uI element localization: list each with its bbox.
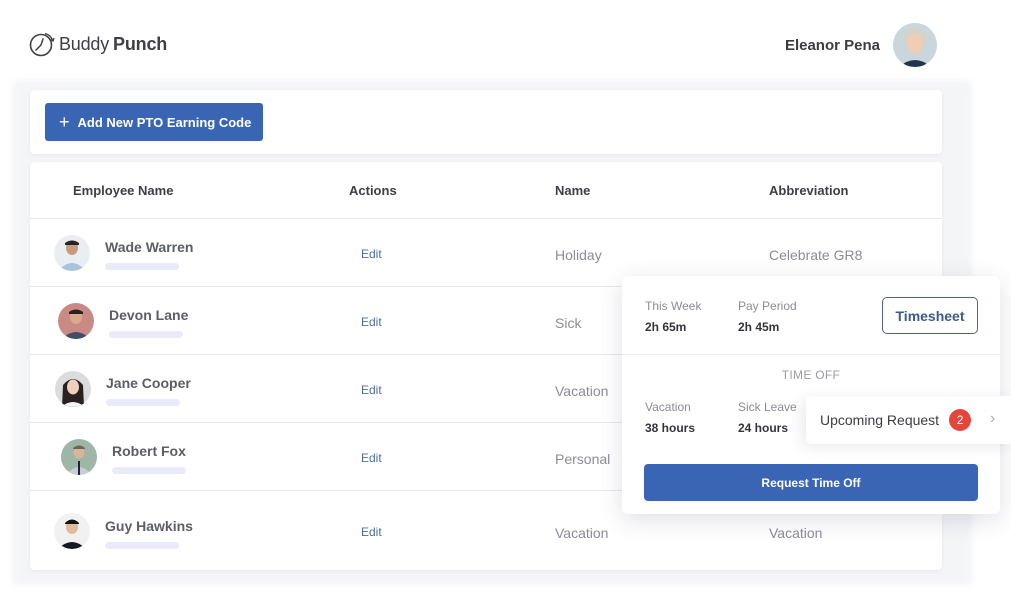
this-week-label: This Week: [645, 299, 702, 313]
add-pto-earning-code-label: Add New PTO Earning Code: [77, 114, 252, 130]
user-avatar-image: [893, 23, 937, 67]
request-time-off-button[interactable]: Request Time Off: [644, 464, 978, 501]
sick-leave-value: 24 hours: [738, 421, 789, 435]
timesheet-button[interactable]: Timesheet: [882, 297, 978, 334]
user-avatar[interactable]: [893, 23, 937, 67]
upcoming-request-item[interactable]: Upcoming Request 2 ›: [806, 396, 1011, 444]
logo-text: Buddy Punch: [59, 34, 167, 55]
sick-leave-label: Sick Leave: [738, 400, 797, 414]
earning-code-name: Personal: [555, 451, 611, 467]
earning-code-abbreviation: Celebrate GR8: [769, 247, 863, 263]
employee-subtitle-placeholder: [109, 331, 183, 338]
header-abbreviation[interactable]: Abbreviation: [769, 183, 848, 198]
employee-name: Devon Lane: [109, 307, 189, 323]
employee-name: Guy Hawkins: [105, 518, 193, 534]
toolbar-card: + Add New PTO Earning Code: [30, 90, 942, 154]
earning-code-name: Vacation: [555, 525, 609, 541]
earning-code-name: Sick: [555, 315, 582, 331]
add-pto-earning-code-button[interactable]: + Add New PTO Earning Code: [45, 103, 263, 141]
upcoming-request-count-badge: 2: [949, 409, 972, 431]
employee-name: Robert Fox: [112, 443, 186, 459]
employee-avatar: [54, 235, 90, 271]
time-summary-popover: This Week 2h 65m Pay Period 2h 45m Times…: [622, 276, 1000, 514]
edit-link[interactable]: Edit: [350, 243, 393, 265]
earning-code-name: Holiday: [555, 247, 602, 263]
divider: [622, 354, 1000, 355]
employee-subtitle-placeholder: [112, 467, 186, 474]
employee-subtitle-placeholder: [105, 542, 179, 549]
edit-link[interactable]: Edit: [350, 311, 393, 333]
user-name: Eleanor Pena: [784, 36, 880, 54]
app-header: Buddy Punch Eleanor Pena: [0, 0, 1011, 90]
employee-avatar: [61, 439, 97, 475]
this-week-value: 2h 65m: [645, 320, 687, 334]
edit-link[interactable]: Edit: [350, 379, 393, 401]
employee-name: Jane Cooper: [106, 375, 191, 391]
plus-icon: +: [59, 112, 70, 132]
employee-avatar: [58, 303, 94, 339]
header-actions: Actions: [349, 183, 397, 198]
clock-logo-icon: [29, 32, 55, 57]
employee-avatar: [55, 371, 91, 407]
logo-text-bold: Punch: [113, 33, 168, 54]
edit-link[interactable]: Edit: [350, 447, 393, 469]
user-menu[interactable]: Eleanor Pena: [785, 23, 937, 67]
employee-avatar: [54, 513, 90, 549]
time-off-title: TIME OFF: [781, 368, 841, 382]
logo[interactable]: Buddy Punch: [28, 30, 167, 58]
vacation-value: 38 hours: [645, 421, 696, 435]
table-header: Employee Name Actions Name Abbreviation: [30, 162, 942, 219]
upcoming-request-label: Upcoming Request: [820, 412, 940, 428]
employee-subtitle-placeholder: [105, 263, 179, 270]
header-name[interactable]: Name: [555, 183, 590, 198]
chevron-right-icon: ›: [990, 410, 996, 427]
pay-period-label: Pay Period: [738, 299, 797, 313]
vacation-label: Vacation: [645, 400, 691, 414]
employee-subtitle-placeholder: [106, 399, 180, 406]
earning-code-name: Vacation: [555, 383, 609, 399]
logo-text-light: Buddy: [59, 33, 110, 54]
earning-code-abbreviation: Vacation: [769, 525, 823, 541]
edit-link[interactable]: Edit: [350, 521, 393, 543]
pay-period-value: 2h 45m: [738, 320, 780, 334]
header-employee-name[interactable]: Employee Name: [73, 183, 173, 198]
employee-name: Wade Warren: [105, 239, 194, 255]
